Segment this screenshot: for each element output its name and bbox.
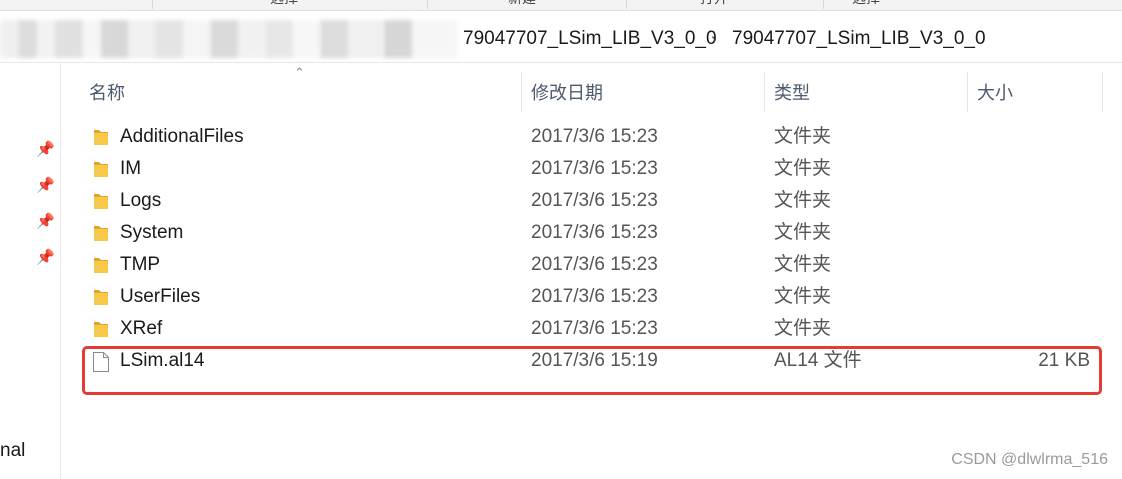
file-name: IM [120,158,142,179]
column-header-date-label: 修改日期 [531,83,603,103]
file-row[interactable]: UserFiles 2017/3/6 15:23 文件夹 [84,281,1104,313]
file-name: UserFiles [120,286,201,307]
folder-icon [92,255,110,275]
file-type: 文件夹 [774,222,832,243]
ribbon-new-label[interactable]: 新建 [508,0,536,7]
ribbon-divider [626,0,627,9]
file-row[interactable]: XRef 2017/3/6 15:23 文件夹 [84,313,1104,345]
folder-icon [92,319,110,339]
address-bar[interactable]: 79047707_LSim_LIB_V3_0_0 › 79047707_LSim… [0,16,1122,63]
breadcrumb-chevron-icon[interactable]: › [711,26,717,52]
file-date: 2017/3/6 15:23 [531,190,658,211]
navigation-pane: 📌 📌 📌 📌 [0,63,61,479]
file-row[interactable]: Logs 2017/3/6 15:23 文件夹 [84,185,1104,217]
file-date: 2017/3/6 15:23 [531,126,658,147]
file-row[interactable]: TMP 2017/3/6 15:23 文件夹 [84,249,1104,281]
file-type: 文件夹 [774,254,832,275]
watermark: CSDN @dlwlrma_516 [951,451,1108,468]
ribbon-divider [823,0,824,9]
file-row[interactable]: AdditionalFiles 2017/3/6 15:23 文件夹 [84,121,1104,153]
folder-icon [92,127,110,147]
blurred-path [0,20,458,58]
highlight-box [82,346,1102,395]
ribbon-divider [427,0,428,9]
column-header-type[interactable]: 类型 [765,72,967,114]
file-date: 2017/3/6 15:23 [531,254,658,275]
folder-icon [92,223,110,243]
file-date: 2017/3/6 15:23 [531,158,658,179]
file-type: 文件夹 [774,286,832,307]
file-date: 2017/3/6 15:23 [531,286,658,307]
folder-icon [92,159,110,179]
nav-item-partial-label[interactable]: nal [0,439,25,463]
column-header-type-label: 类型 [774,83,810,103]
file-name: TMP [120,254,161,275]
pin-icon[interactable]: 📌 [36,141,55,159]
file-name: XRef [120,318,163,339]
file-type: 文件夹 [774,126,832,147]
folder-icon [92,191,110,211]
pin-icon[interactable]: 📌 [36,249,55,267]
file-date: 2017/3/6 15:23 [531,318,658,339]
column-header-size-label: 大小 [977,83,1013,103]
ribbon-select-label[interactable]: 选择 [270,0,298,7]
ribbon-toolbar: 选择 新建 打开 选择 [0,0,1122,11]
file-row[interactable]: IM 2017/3/6 15:23 文件夹 [84,153,1104,185]
ribbon-divider [152,0,153,9]
file-name: System [120,222,184,243]
file-type: 文件夹 [774,158,832,179]
ribbon-open-label[interactable]: 打开 [700,0,728,7]
column-header-date[interactable]: 修改日期 [522,72,764,114]
column-header-name-label: 名称 [89,83,125,103]
pin-icon[interactable]: 📌 [36,213,55,231]
ribbon-select-label-2[interactable]: 选择 [852,0,880,7]
column-header-size[interactable]: 大小 [968,72,1102,114]
file-name: Logs [120,190,162,211]
file-type: 文件夹 [774,190,832,211]
folder-icon [92,287,110,307]
pin-icon[interactable]: 📌 [36,177,55,195]
file-name: AdditionalFiles [120,126,244,147]
breadcrumb-current[interactable]: 79047707_LSim_LIB_V3_0_0 [732,26,986,52]
file-row[interactable]: System 2017/3/6 15:23 文件夹 [84,217,1104,249]
breadcrumb-parent[interactable]: 79047707_LSim_LIB_V3_0_0 [463,26,717,52]
file-type: 文件夹 [774,318,832,339]
column-divider[interactable] [1102,72,1103,112]
file-date: 2017/3/6 15:23 [531,222,658,243]
column-header-name[interactable]: 名称 [80,72,520,114]
